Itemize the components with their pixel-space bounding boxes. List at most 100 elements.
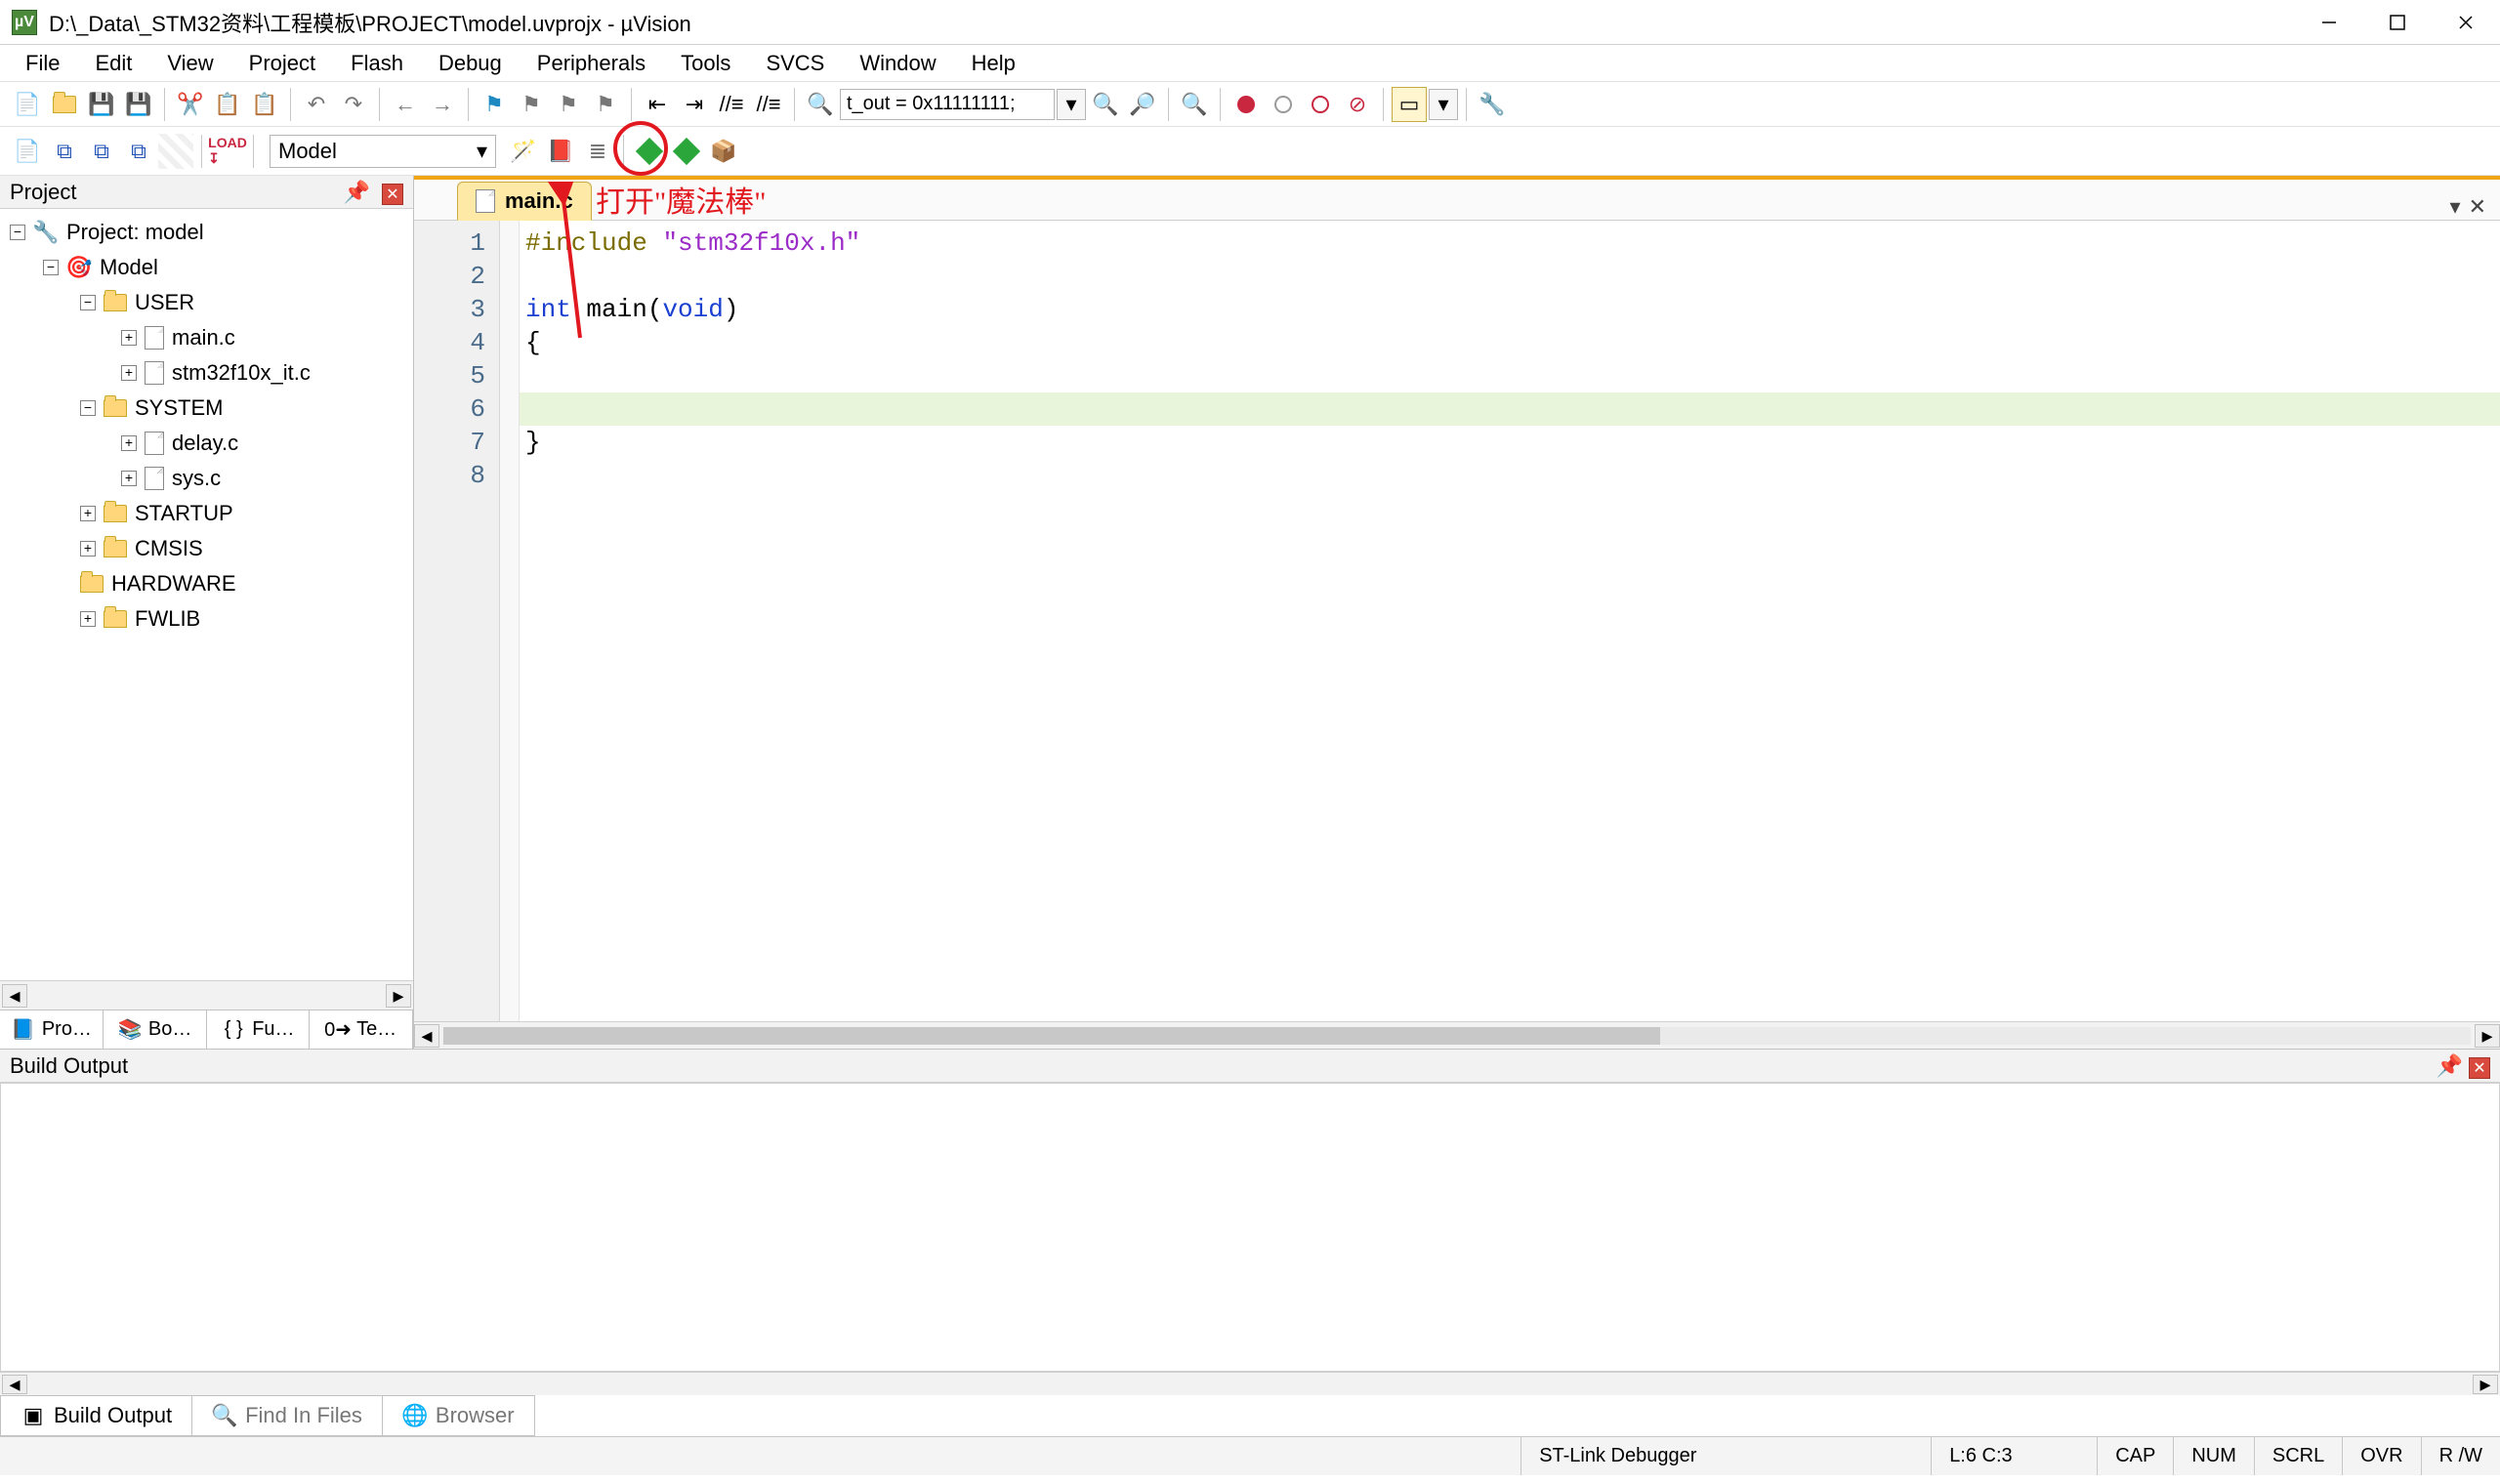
maximize-button[interactable] bbox=[2363, 0, 2432, 45]
build-tab-build-output[interactable]: ▣Build Output bbox=[0, 1395, 192, 1436]
project-tab-3[interactable]: 0➜Te… bbox=[310, 1010, 413, 1049]
scroll-right-icon[interactable]: ▸ bbox=[2473, 1375, 2498, 1394]
tab-close-icon[interactable]: ✕ bbox=[2469, 194, 2486, 220]
tree-group-cmsis[interactable]: +CMSIS bbox=[4, 531, 409, 566]
scroll-right-icon[interactable]: ▸ bbox=[386, 984, 411, 1008]
save-icon[interactable]: 💾 bbox=[84, 87, 119, 122]
project-tab-2[interactable]: { }Fu… bbox=[207, 1010, 311, 1049]
translate-icon[interactable]: 📄 bbox=[10, 134, 45, 169]
minimize-button[interactable] bbox=[2295, 0, 2363, 45]
panel-close-icon[interactable]: ✕ bbox=[382, 184, 403, 205]
target-select[interactable]: Model ▾ bbox=[270, 135, 496, 168]
scroll-right-icon[interactable]: ▸ bbox=[2475, 1024, 2500, 1048]
tree-file-sys-c[interactable]: +sys.c bbox=[4, 461, 409, 496]
panel-close-icon[interactable]: ✕ bbox=[2469, 1057, 2490, 1079]
build-hscroll[interactable]: ◂ ▸ bbox=[0, 1372, 2500, 1395]
open-icon[interactable] bbox=[47, 87, 82, 122]
menu-svcs[interactable]: SVCS bbox=[748, 45, 842, 81]
pack-installer-icon[interactable]: 📦 bbox=[706, 134, 741, 169]
file-ext-icon[interactable]: 📕 bbox=[543, 134, 578, 169]
editor-tab-main-c[interactable]: main.c bbox=[457, 182, 592, 221]
menu-debug[interactable]: Debug bbox=[421, 45, 520, 81]
download-icon[interactable]: LOAD↧ bbox=[210, 134, 245, 169]
tab-dropdown-icon[interactable]: ▾ bbox=[2450, 194, 2461, 220]
scroll-left-icon[interactable]: ◂ bbox=[414, 1024, 439, 1048]
tree-target[interactable]: −🎯Model bbox=[4, 250, 409, 285]
scroll-left-icon[interactable]: ◂ bbox=[2, 984, 27, 1008]
menu-peripherals[interactable]: Peripherals bbox=[520, 45, 663, 81]
comment-icon[interactable]: //≡ bbox=[714, 87, 749, 122]
tree-file-stm32f10x_it-c[interactable]: +stm32f10x_it.c bbox=[4, 355, 409, 391]
menu-tools[interactable]: Tools bbox=[663, 45, 748, 81]
nav-fwd-icon[interactable]: → bbox=[425, 87, 460, 122]
editor-hscroll[interactable]: ◂ ▸ bbox=[414, 1021, 2500, 1049]
select-pack-icon[interactable] bbox=[669, 134, 704, 169]
bookmark-next-icon[interactable]: ⚑ bbox=[551, 87, 586, 122]
project-tree[interactable]: −🔧Project: model−🎯Model−USER+main.c+stm3… bbox=[0, 209, 413, 980]
tree-group-hardware[interactable]: HARDWARE bbox=[4, 566, 409, 601]
build-output-text[interactable] bbox=[0, 1083, 2500, 1372]
build-tab-find-in-files[interactable]: 🔍Find In Files bbox=[191, 1395, 383, 1436]
breakpoint-insert-icon[interactable] bbox=[1229, 87, 1264, 122]
close-button[interactable] bbox=[2432, 0, 2500, 45]
bookmark-clear-icon[interactable]: ⚑ bbox=[588, 87, 623, 122]
find-dropdown[interactable]: ▾ bbox=[1057, 89, 1086, 120]
build-tab-browser[interactable]: 🌐Browser bbox=[382, 1395, 535, 1436]
project-hscroll[interactable]: ◂ ▸ bbox=[0, 980, 413, 1010]
save-all-icon[interactable]: 💾 bbox=[121, 87, 156, 122]
indent-left-icon[interactable]: ⇤ bbox=[640, 87, 675, 122]
configure-icon[interactable]: 🔧 bbox=[1475, 87, 1510, 122]
tree-file-main-c[interactable]: +main.c bbox=[4, 320, 409, 355]
build-icon[interactable]: ⧉ bbox=[47, 134, 82, 169]
redo-icon[interactable]: ↷ bbox=[336, 87, 371, 122]
indent-right-icon[interactable]: ⇥ bbox=[677, 87, 712, 122]
find-next-icon[interactable]: 🔍 bbox=[1088, 87, 1123, 122]
tree-project-root[interactable]: −🔧Project: model bbox=[4, 215, 409, 250]
window-layout-dropdown[interactable]: ▾ bbox=[1429, 89, 1458, 120]
undo-icon[interactable]: ↶ bbox=[299, 87, 334, 122]
copy-icon[interactable]: 📋 bbox=[210, 87, 245, 122]
scroll-left-icon[interactable]: ◂ bbox=[2, 1375, 27, 1394]
find-input[interactable] bbox=[840, 89, 1055, 120]
manage-project-icon[interactable]: ≣ bbox=[580, 134, 615, 169]
pin-icon[interactable]: 📌 bbox=[343, 180, 369, 205]
cut-icon[interactable]: ✂️ bbox=[173, 87, 208, 122]
menu-project[interactable]: Project bbox=[231, 45, 333, 81]
tree-file-delay-c[interactable]: +delay.c bbox=[4, 426, 409, 461]
project-tab-1[interactable]: 📚Bo… bbox=[104, 1010, 207, 1049]
bookmark-prev-icon[interactable]: ⚑ bbox=[514, 87, 549, 122]
tree-group-fwlib[interactable]: +FWLIB bbox=[4, 601, 409, 637]
debug-start-icon[interactable]: 🔍 bbox=[1177, 87, 1212, 122]
window-layout-icon[interactable]: ▭ bbox=[1392, 87, 1427, 122]
find-in-files-icon[interactable]: 🔍 bbox=[803, 87, 838, 122]
nav-back-icon[interactable]: ← bbox=[388, 87, 423, 122]
menu-flash[interactable]: Flash bbox=[333, 45, 421, 81]
code-body[interactable]: #include "stm32f10x.h" int main(void){ } bbox=[520, 221, 2500, 1021]
scroll-thumb[interactable] bbox=[443, 1027, 1660, 1045]
tree-group-user[interactable]: −USER bbox=[4, 285, 409, 320]
paste-icon[interactable]: 📋 bbox=[247, 87, 282, 122]
menu-help[interactable]: Help bbox=[954, 45, 1033, 81]
menu-file[interactable]: File bbox=[8, 45, 77, 81]
batch-build-icon[interactable]: ⧉ bbox=[121, 134, 156, 169]
breakpoint-disable-icon[interactable] bbox=[1303, 87, 1338, 122]
tree-group-system[interactable]: −SYSTEM bbox=[4, 391, 409, 426]
incremental-find-icon[interactable]: 🔎 bbox=[1125, 87, 1160, 122]
new-file-icon[interactable]: 📄 bbox=[10, 87, 45, 122]
manage-rte-icon[interactable] bbox=[632, 134, 667, 169]
project-tab-0[interactable]: 📘Pro… bbox=[0, 1010, 104, 1049]
target-options-icon[interactable]: 🪄 bbox=[506, 134, 541, 169]
stop-build-icon[interactable] bbox=[158, 134, 193, 169]
bookmark-toggle-icon[interactable]: ⚑ bbox=[477, 87, 512, 122]
tree-group-startup[interactable]: +STARTUP bbox=[4, 496, 409, 531]
rebuild-icon[interactable]: ⧉ bbox=[84, 134, 119, 169]
uncomment-icon[interactable]: //≡ bbox=[751, 87, 786, 122]
code-editor[interactable]: 12345678 #include "stm32f10x.h" int main… bbox=[414, 221, 2500, 1021]
menu-window[interactable]: Window bbox=[842, 45, 953, 81]
breakpoint-enable-icon[interactable] bbox=[1266, 87, 1301, 122]
menu-edit[interactable]: Edit bbox=[77, 45, 149, 81]
breakpoint-kill-icon[interactable]: ⊘ bbox=[1340, 87, 1375, 122]
pin-icon[interactable]: 📌 bbox=[2436, 1053, 2462, 1079]
scroll-track[interactable] bbox=[443, 1027, 2471, 1045]
menu-view[interactable]: View bbox=[149, 45, 230, 81]
